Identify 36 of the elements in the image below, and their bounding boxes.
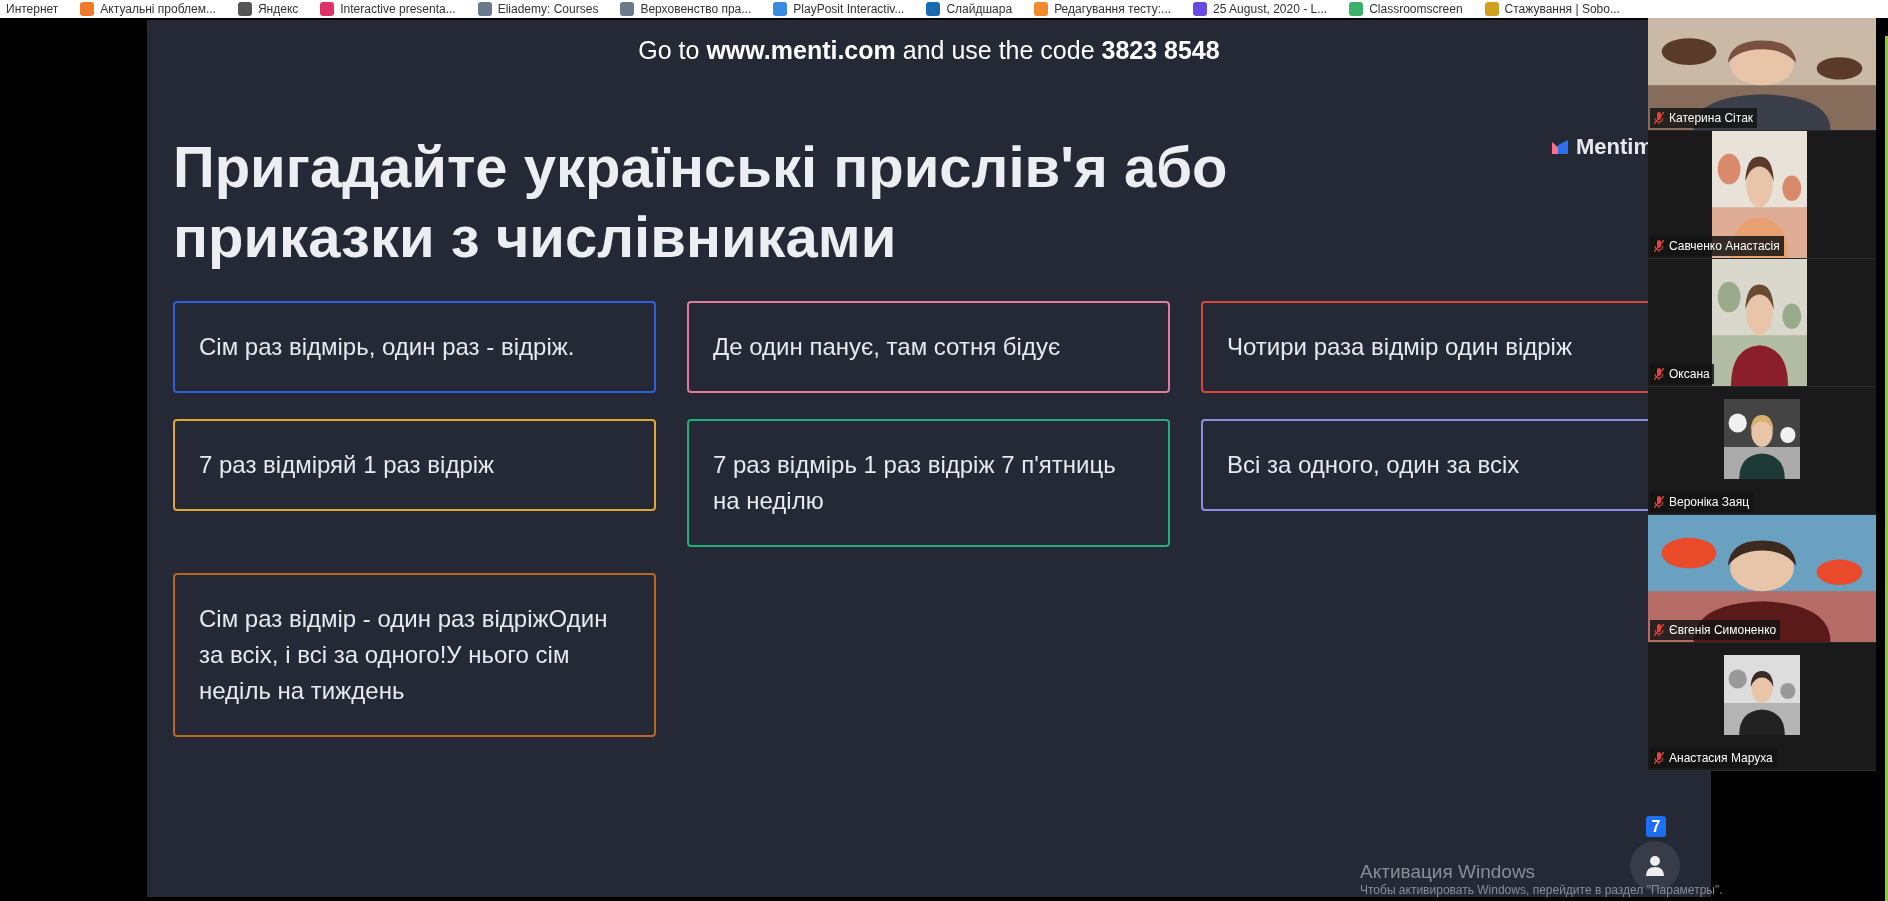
logo-icon — [1552, 139, 1568, 154]
bookmark-link[interactable]: Редагування тесту:... — [1054, 0, 1172, 18]
participant-name: Вероніка Заяц — [1669, 494, 1750, 511]
bookmark-link[interactable]: PlayPosit Interactiv... — [793, 0, 905, 18]
participant-name: Оксана — [1669, 366, 1710, 383]
answer-card: Де один панує, там сотня бідує — [687, 301, 1170, 393]
bookmark-icon[interactable] — [620, 2, 635, 16]
bookmark-link[interactable]: Интернет — [6, 0, 59, 18]
answer-card: Сім раз відмірь, один раз - відріж. — [173, 301, 656, 393]
participant-name: Савченко Анастасія — [1669, 238, 1780, 255]
slide-title: Пригадайте українські прислів'я або приказки з числівниками — [173, 132, 1229, 272]
bookmark-icon[interactable] — [1193, 2, 1208, 16]
activation-notice: Чтобы активировать Windows, перейдите в раздел "Параметры". — [1360, 883, 1723, 898]
bookmark-link[interactable]: Слайдшара — [946, 0, 1013, 18]
bookmark-link[interactable]: Актуальні проблем... — [100, 0, 216, 18]
bookmark-link[interactable]: 25 August, 2020 - L... — [1213, 0, 1328, 18]
bookmark-link[interactable]: Верховенство пра... — [640, 0, 752, 18]
bookmark-icon[interactable] — [320, 2, 335, 16]
bookmark-icon[interactable] — [926, 2, 941, 16]
answer-card: 7 раз відміряй 1 раз відріж — [173, 419, 656, 511]
bookmark-icon[interactable] — [773, 2, 788, 16]
answer-card: 7 раз відмірь 1 раз відріж 7 п'ятниць на неділю — [687, 419, 1170, 547]
participant-name: Анастасия Маруха — [1669, 750, 1773, 767]
participant-name: Євгенія Симоненко — [1669, 622, 1777, 639]
bookmark-icon[interactable] — [477, 2, 492, 16]
bookmark-icon[interactable] — [237, 2, 252, 16]
bookmark-link[interactable]: Яндекс — [257, 0, 299, 18]
bookmark-link[interactable]: Interactive presenta... — [340, 0, 456, 18]
activation-title: Активация Windows — [1360, 862, 1536, 881]
count-badge: 7 — [1646, 816, 1666, 837]
answer-card: Сім раз відмір - один раз відріжОдин за всіх, і всі за одного!У нього сім неділь на тиждень — [173, 573, 656, 737]
bookmark-link[interactable]: Classroomscreen — [1369, 0, 1463, 18]
bookmark-link[interactable]: Eliademy: Courses — [497, 0, 599, 18]
person-icon — [1646, 856, 1664, 876]
join-instruction: Go to www.menti.com and use the code 3823 8548 — [637, 35, 1221, 66]
bookmark-link[interactable]: Стажування | Sobo... — [1504, 0, 1620, 18]
